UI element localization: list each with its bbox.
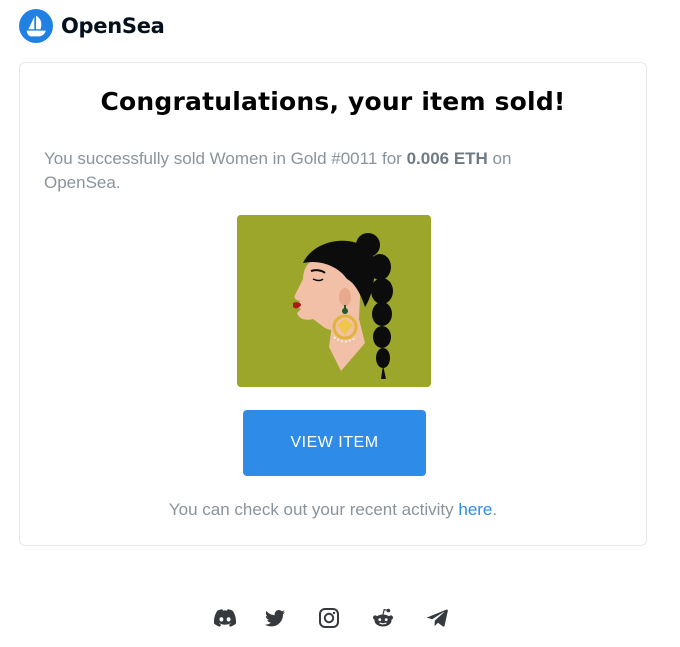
brand-name: OpenSea [61,14,165,38]
discord-icon [214,609,236,627]
opensea-logo-icon [19,9,53,43]
telegram-icon [426,609,448,627]
reddit-icon [373,608,393,627]
nft-image[interactable] [237,215,431,387]
reddit-link[interactable] [370,605,396,631]
social-links [210,605,450,633]
instagram-icon [319,608,339,628]
sale-message: You successfully sold Women in Gold #001… [44,147,584,195]
sale-card: Congratulations, your item sold! You suc… [19,62,647,546]
twitter-icon [265,609,285,626]
woman-profile-illustration-icon [237,215,431,387]
sale-price: 0.006 ETH [406,149,488,168]
email-page: OpenSea Congratulations, your item sold!… [0,0,680,647]
message-prefix: You successfully sold Women in Gold #001… [44,149,407,168]
activity-text: You can check out your recent activity [168,500,459,519]
discord-link[interactable] [212,605,238,631]
activity-note: You can check out your recent activity h… [20,500,646,520]
telegram-link[interactable] [424,605,450,631]
card-title: Congratulations, your item sold! [100,87,566,116]
activity-end: . [492,500,498,519]
view-item-button[interactable]: VIEW ITEM [243,410,426,476]
brand-logo[interactable]: OpenSea [19,9,165,43]
activity-here-link[interactable]: here [458,500,492,519]
twitter-link[interactable] [262,605,288,631]
instagram-link[interactable] [316,605,342,631]
